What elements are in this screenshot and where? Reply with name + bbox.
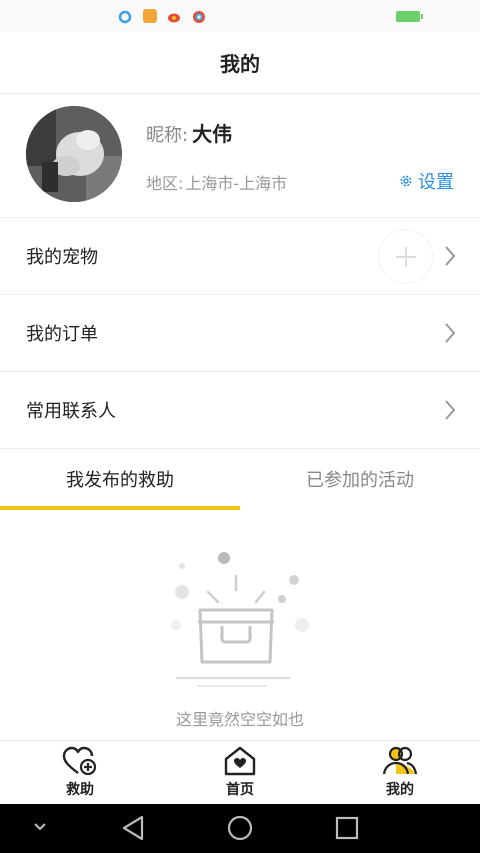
chevron-right-icon xyxy=(445,400,456,420)
notification-icon xyxy=(192,9,206,23)
nav-label: 我的 xyxy=(386,782,414,798)
empty-state: 这里竟然空空如也 xyxy=(0,510,480,740)
plus-icon xyxy=(395,246,416,267)
nav-rescue[interactable]: 救助 xyxy=(0,741,160,805)
tab-joined-activities[interactable]: 已参加的活动 xyxy=(240,448,480,510)
menu-item-label: 我的订单 xyxy=(26,324,98,345)
recent-apps-icon[interactable] xyxy=(334,814,360,842)
region-label: 地区: xyxy=(146,174,184,193)
menu-item-label: 常用联系人 xyxy=(26,401,116,422)
nickname-value: 大伟 xyxy=(192,122,233,146)
title-bar: 我的 xyxy=(0,32,480,94)
tab-bar: 我发布的救助 已参加的活动 xyxy=(0,448,480,510)
bottom-nav: 救助 首页 我的 xyxy=(0,740,480,804)
menu-item-label: 我的宠物 xyxy=(26,247,98,268)
tab-label: 已参加的活动 xyxy=(306,470,414,491)
home-heart-icon xyxy=(224,746,256,776)
avatar[interactable] xyxy=(26,106,122,202)
gear-icon xyxy=(400,175,412,187)
chevron-right-icon xyxy=(445,246,456,266)
notification-icon xyxy=(167,9,181,23)
page-title: 我的 xyxy=(220,52,260,76)
menu-item-contacts[interactable]: 常用联系人 xyxy=(0,372,480,449)
region-value: 上海市-上海市 xyxy=(185,174,288,193)
menu-item-orders[interactable]: 我的订单 xyxy=(0,295,480,372)
empty-state-text: 这里竟然空空如也 xyxy=(175,710,304,729)
notification-icon xyxy=(143,9,157,23)
notification-icon xyxy=(118,9,132,24)
add-pet-button[interactable] xyxy=(378,229,433,284)
nav-label: 首页 xyxy=(226,782,254,798)
menu-item-pets[interactable]: 我的宠物 xyxy=(0,218,480,295)
tab-label: 我发布的救助 xyxy=(66,470,174,491)
nickname-row: 昵称: 大伟 xyxy=(146,118,232,147)
chevron-down-icon[interactable] xyxy=(33,822,47,832)
nav-label: 救助 xyxy=(66,782,94,798)
back-icon[interactable] xyxy=(120,814,146,842)
tab-my-rescues[interactable]: 我发布的救助 xyxy=(0,448,240,510)
battery-icon xyxy=(396,11,423,22)
region-row: 地区: 上海市-上海市 xyxy=(146,170,287,194)
empty-box-illustration xyxy=(171,552,309,687)
home-icon[interactable] xyxy=(226,814,254,842)
settings-label: 设置 xyxy=(418,172,454,193)
status-bar xyxy=(0,0,480,32)
nickname-label: 昵称: xyxy=(146,125,189,146)
chevron-right-icon xyxy=(445,323,456,343)
system-nav-bar xyxy=(0,804,480,853)
nav-mine[interactable]: 我的 xyxy=(320,741,480,805)
people-icon xyxy=(382,746,418,775)
heart-plus-icon xyxy=(62,746,97,776)
nav-home[interactable]: 首页 xyxy=(160,741,320,805)
settings-button[interactable]: 设置 xyxy=(399,168,454,194)
profile-section: 昵称: 大伟 地区: 上海市-上海市 设置 xyxy=(0,94,480,218)
